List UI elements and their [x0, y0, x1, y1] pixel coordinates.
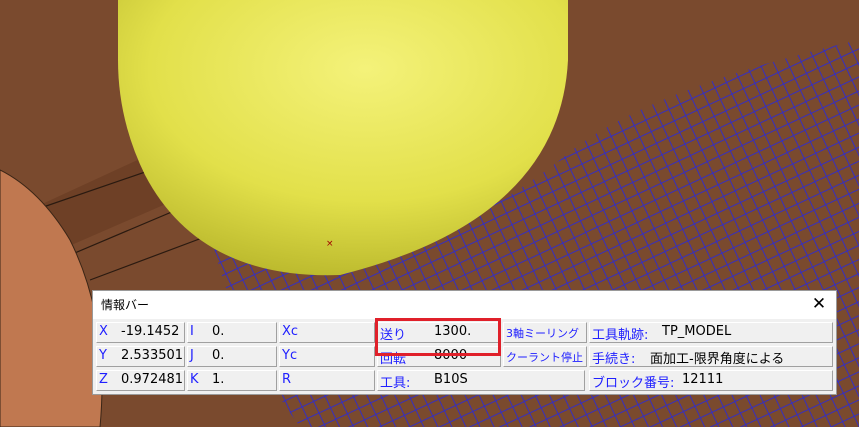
block-number-label: ブロック番号: — [592, 376, 675, 391]
title-bar[interactable]: 情報バー ✕ — [93, 291, 836, 319]
feed-label: 送り — [380, 328, 407, 343]
i-value: 0. — [212, 324, 225, 339]
k-vector-field: K 1. — [187, 370, 277, 391]
coolant-label: クーラント停止 — [506, 351, 583, 364]
yc-label: Yc — [282, 348, 298, 363]
i-vector-field: I 0. — [187, 322, 277, 343]
k-label: K — [190, 372, 199, 387]
tool-value: B10S — [434, 372, 468, 387]
procedure-label: 手続き: — [592, 352, 636, 367]
window-title: 情報バー — [101, 298, 150, 312]
feed-rate-field: 送り 1300. — [377, 322, 501, 343]
yc-field: Yc — [279, 346, 375, 367]
toolpath-field: 工具軌跡: TP_MODEL — [589, 322, 833, 343]
x-value: -19.1452 — [121, 324, 180, 339]
info-bar-panel: 情報バー ✕ X -19.1452 Y 2.533501 Z 0.972481 … — [92, 290, 837, 395]
tool-center-marker: × — [326, 239, 334, 249]
tool-label: 工具: — [380, 376, 411, 391]
z-label: Z — [99, 372, 108, 387]
z-value: 0.972481 — [121, 372, 184, 387]
k-value: 1. — [212, 372, 225, 387]
procedure-value: 面加工-限界角度による — [650, 352, 785, 367]
j-vector-field: J 0. — [187, 346, 277, 367]
y-label: Y — [99, 348, 107, 363]
r-field: R — [279, 370, 375, 391]
spindle-label: 回転 — [380, 352, 407, 367]
feed-value: 1300. — [434, 324, 472, 339]
procedure-field: 手続き: 面加工-限界角度による — [589, 346, 833, 367]
x-label: X — [99, 324, 108, 339]
spindle-speed-field: 回転 8000 — [377, 346, 501, 367]
spindle-value: 8000 — [434, 348, 468, 363]
machining-mode-label: 3軸ミーリング — [506, 327, 579, 340]
machining-mode-field: 3軸ミーリング — [503, 322, 587, 343]
coolant-field: クーラント停止 — [503, 346, 587, 367]
y-coordinate-field: Y 2.533501 — [96, 346, 185, 367]
xc-label: Xc — [282, 324, 299, 339]
r-label: R — [282, 372, 292, 387]
block-number-field: ブロック番号: 12111 — [589, 370, 833, 391]
block-number-value: 12111 — [682, 372, 724, 387]
toolpath-label: 工具軌跡: — [592, 328, 649, 343]
i-label: I — [190, 324, 194, 339]
y-value: 2.533501 — [121, 348, 184, 363]
j-label: J — [190, 348, 194, 363]
close-icon[interactable]: ✕ — [808, 293, 830, 315]
toolpath-value: TP_MODEL — [662, 324, 732, 339]
tool-field: 工具: B10S — [377, 370, 585, 391]
x-coordinate-field: X -19.1452 — [96, 322, 185, 343]
xc-field: Xc — [279, 322, 375, 343]
z-coordinate-field: Z 0.972481 — [96, 370, 185, 391]
j-value: 0. — [212, 348, 225, 363]
